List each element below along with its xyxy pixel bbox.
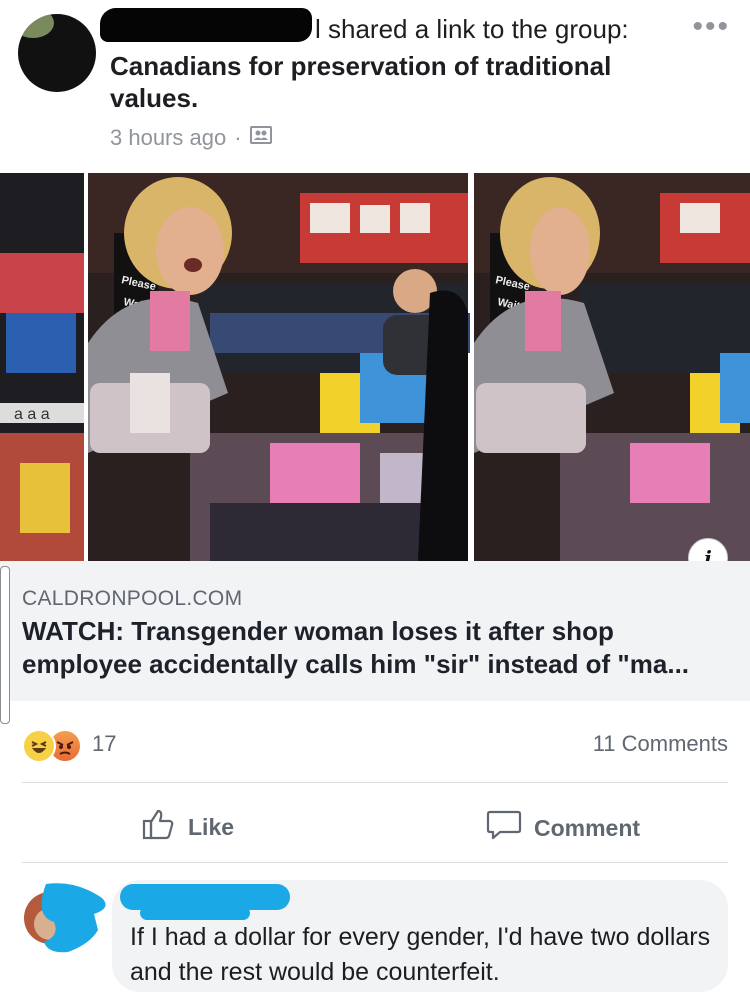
svg-text:a a a: a a a	[14, 406, 50, 423]
thumbs-up-icon	[142, 808, 176, 846]
group-icon	[249, 124, 272, 152]
post-header: l shared a link to the group:	[110, 12, 629, 46]
link-preview-card[interactable]: a a a Please Please Wait i CALDRONPOOL.C…	[0, 173, 750, 701]
like-button[interactable]: Like	[142, 808, 234, 846]
comment-button[interactable]: Comment	[486, 808, 640, 848]
comments-count[interactable]: 11 Comments	[593, 731, 728, 757]
post-meta: 3 hours ago ·	[110, 124, 272, 152]
author-name-suffix: l	[315, 14, 321, 44]
reaction-stats: 17 11 Comments	[0, 722, 750, 766]
scrollbar[interactable]	[0, 566, 10, 724]
author-name[interactable]	[110, 12, 315, 38]
post-timestamp[interactable]: 3 hours ago	[110, 125, 226, 151]
divider	[22, 782, 728, 783]
comment-bubble-icon	[486, 808, 522, 848]
divider	[22, 862, 728, 863]
commenter-avatar[interactable]	[22, 880, 112, 953]
like-label: Like	[188, 813, 235, 840]
link-headline[interactable]: WATCH: Transgender woman loses it after …	[22, 615, 732, 681]
meta-separator: ·	[234, 125, 242, 150]
group-name-link[interactable]: Canadians for preservation of traditiona…	[110, 50, 670, 114]
haha-reaction-icon[interactable]	[22, 729, 56, 763]
shared-link-text: shared a link to the group:	[328, 14, 629, 44]
comment-bubble[interactable]: D If I had a dollar for every gender, I'…	[112, 880, 728, 992]
comment-text: If I had a dollar for every gender, I'd …	[130, 923, 711, 986]
more-options-icon[interactable]: •••	[692, 10, 730, 44]
author-avatar[interactable]	[18, 14, 96, 92]
link-caption[interactable]: CALDRONPOOL.COM WATCH: Transgender woman…	[0, 561, 750, 701]
link-preview-image[interactable]: a a a Please Please Wait	[0, 173, 750, 561]
reaction-count[interactable]: 17	[92, 731, 116, 757]
commenter-name-redaction	[140, 906, 250, 920]
comment-label: Comment	[534, 814, 641, 841]
link-domain: CALDRONPOOL.COM	[22, 587, 243, 610]
